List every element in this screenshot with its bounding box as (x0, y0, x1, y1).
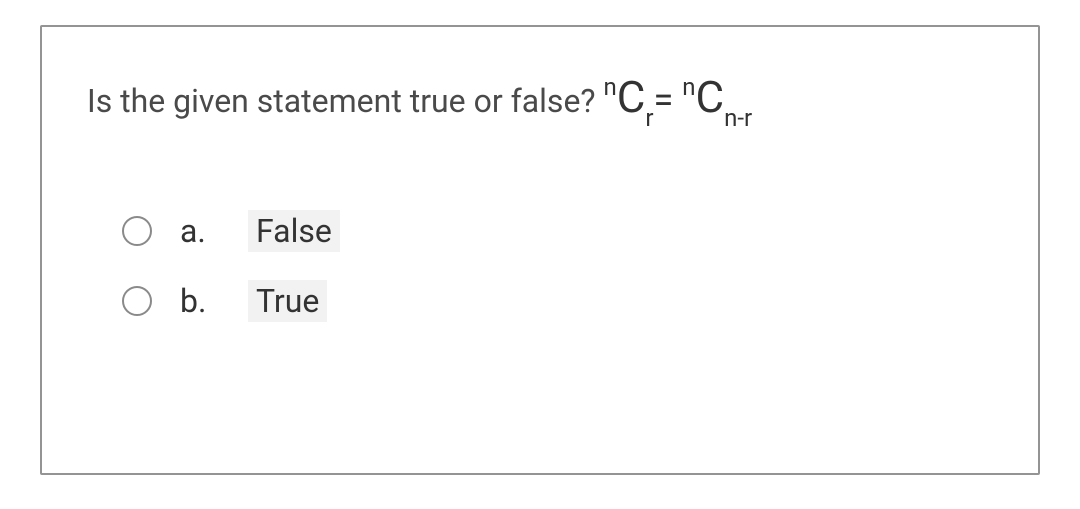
question-card: Is the given statement true or false? nC… (40, 25, 1040, 475)
radio-icon[interactable] (122, 216, 152, 246)
option-text: False (248, 210, 340, 252)
options-list: a. False b. True (87, 210, 993, 322)
radio-icon[interactable] (122, 286, 152, 316)
option-letter: a. (180, 212, 220, 250)
formula-eq: = (654, 79, 683, 121)
formula-c-1: C (617, 71, 646, 123)
option-row[interactable]: a. False (122, 210, 993, 252)
formula-c-2: C (695, 71, 724, 123)
formula-presup-1: n (603, 73, 616, 101)
option-row[interactable]: b. True (122, 280, 993, 322)
formula: nCr= nCn-r (603, 79, 752, 121)
formula-sub-1: r (645, 104, 653, 132)
option-text: True (248, 280, 327, 322)
question-prompt: Is the given statement true or false? nC… (87, 67, 993, 130)
formula-presup-2: n (682, 73, 695, 101)
formula-sub-2: n-r (724, 104, 752, 132)
option-letter: b. (180, 282, 220, 320)
question-text: Is the given statement true or false? (87, 82, 603, 120)
